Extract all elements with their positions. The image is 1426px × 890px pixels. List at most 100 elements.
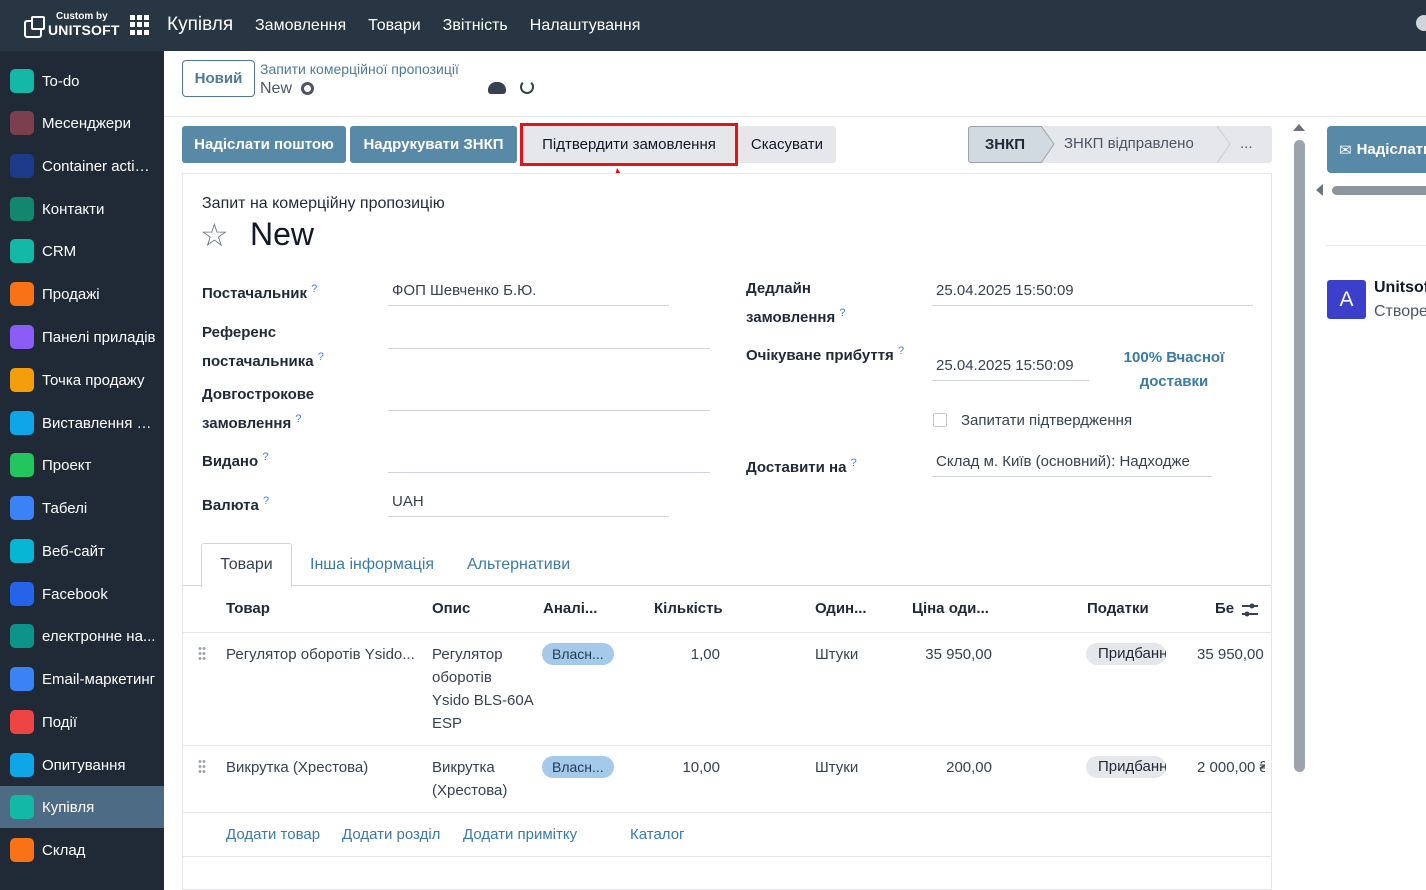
app-title[interactable]: Купівля: [167, 14, 233, 36]
breadcrumb-link[interactable]: Запити комерційної пропозиції: [260, 61, 459, 77]
drag-handle-icon[interactable]: [198, 759, 206, 773]
menu-orders[interactable]: Замовлення: [255, 17, 346, 35]
vendor-field[interactable]: ФОП Шевченко Б.Ю.: [388, 280, 669, 306]
sidebar-item[interactable]: Email-маркетинг: [0, 658, 164, 700]
row2-analytic-tag[interactable]: Власн...: [542, 756, 614, 778]
row2-price[interactable]: 200,00: [883, 756, 992, 779]
vendor-ref-field[interactable]: [388, 323, 710, 349]
ask-confirmation-checkbox[interactable]: [933, 413, 947, 427]
drag-handle-icon[interactable]: [198, 646, 206, 660]
status-rfq[interactable]: ЗНКП: [968, 126, 1042, 163]
chatter-collapse-icon[interactable]: [1316, 184, 1323, 196]
sidebar-item[interactable]: Продажі: [0, 273, 164, 315]
currency-field[interactable]: UAH: [388, 491, 669, 517]
avatar[interactable]: A: [1327, 280, 1366, 319]
debug-icon[interactable]: [1416, 15, 1426, 31]
row1-quantity[interactable]: 1,00: [653, 643, 720, 666]
sidebar-item[interactable]: електронне на...: [0, 615, 164, 657]
scroll-up-icon[interactable]: [1293, 124, 1305, 131]
todo-icon: [10, 69, 34, 93]
on-time-delivery-link[interactable]: 100% Вчасної доставки: [1108, 346, 1240, 394]
add-product-link[interactable]: Додати товар: [226, 826, 320, 843]
events-icon: [10, 710, 34, 734]
col-product[interactable]: Товар: [226, 600, 270, 617]
sidebar-item[interactable]: CRM: [0, 230, 164, 272]
sidebar-item-label: Container actions: [42, 157, 156, 175]
row1-analytic-tag[interactable]: Власн...: [542, 643, 614, 665]
add-note-link[interactable]: Додати примітку: [463, 826, 577, 843]
top-menu: Замовлення Товари Звітність Налаштування: [255, 17, 640, 35]
cancel-button[interactable]: Скасувати: [738, 126, 836, 163]
ask-confirmation-label: Запитати підтвердження: [961, 412, 1133, 429]
add-section-link[interactable]: Додати розділ: [342, 826, 440, 843]
scrollbar-thumb[interactable]: [1294, 140, 1305, 772]
row2-quantity[interactable]: 10,00: [653, 756, 720, 779]
row2-tax-tag[interactable]: Придбання: [1086, 756, 1166, 778]
tab-products[interactable]: Товари: [201, 543, 292, 587]
sidebar-item[interactable]: Опитування: [0, 744, 164, 786]
save-cloud-icon[interactable]: [488, 82, 506, 94]
col-uom[interactable]: Один...: [815, 600, 867, 617]
sidebar-item[interactable]: Контакти: [0, 188, 164, 230]
sidebar-item-label: CRM: [42, 242, 77, 260]
tab-other-info[interactable]: Інша інформація: [310, 543, 434, 586]
chatter-author[interactable]: Unitsoft: [1374, 279, 1426, 297]
project-icon: [10, 453, 34, 477]
menu-reporting[interactable]: Звітність: [443, 17, 508, 35]
sidebar-item[interactable]: Точка продажу: [0, 359, 164, 401]
expected-arrival-field[interactable]: 25.04.2025 15:50:09: [932, 355, 1089, 381]
new-button[interactable]: Новий: [182, 60, 255, 97]
row2-uom[interactable]: Штуки: [815, 756, 858, 779]
expected-arrival-label: Очікуване прибуття ?: [746, 345, 905, 364]
col-taxes[interactable]: Податки: [1087, 600, 1149, 617]
gear-icon[interactable]: [301, 82, 314, 95]
sidebar-item[interactable]: Табелі: [0, 487, 164, 529]
print-rfq-button[interactable]: Надрукувати ЗНКП: [350, 126, 517, 163]
sidebar-item[interactable]: Container actions: [0, 145, 164, 187]
sidebar-item-label: Опитування: [42, 756, 126, 774]
sidebar-item[interactable]: Месенджери: [0, 102, 164, 144]
order-deadline-field[interactable]: 25.04.2025 15:50:09: [932, 280, 1253, 306]
col-quantity[interactable]: Кількість: [654, 600, 723, 617]
row1-description[interactable]: Регулятор оборотів Ysido BLS-60A ESP: [432, 643, 542, 735]
col-description[interactable]: Опис: [432, 600, 470, 617]
status-rfq-sent[interactable]: ЗНКП відправлено: [1064, 135, 1194, 152]
col-unit-price[interactable]: Ціна оди...: [912, 600, 989, 617]
sidebar-item[interactable]: Панелі приладів: [0, 316, 164, 358]
menu-products[interactable]: Товари: [368, 17, 420, 35]
sidebar-item[interactable]: Виставлення ра...: [0, 402, 164, 444]
optional-columns-icon[interactable]: [1241, 602, 1259, 618]
sidebar-item[interactable]: Події: [0, 701, 164, 743]
chatter-send-message-button[interactable]: ✉ Надіслати: [1327, 126, 1426, 173]
menu-settings[interactable]: Налаштування: [530, 17, 641, 35]
unitsoft-logo[interactable]: Custom by UNITSOFT: [22, 10, 119, 40]
status-more[interactable]: ...: [1240, 135, 1253, 152]
col-subtotal[interactable]: Бе: [1215, 600, 1234, 617]
blanket-order-label: Довгострокове замовлення ?: [202, 386, 315, 432]
sidebar-item[interactable]: Купівля: [0, 786, 164, 828]
sidebar-item[interactable]: To-do: [0, 60, 164, 102]
app-grid-icon[interactable]: [130, 15, 150, 35]
sidebar-item[interactable]: Склад: [0, 829, 164, 871]
discard-icon[interactable]: [520, 80, 534, 94]
sidebar-item[interactable]: Проект: [0, 444, 164, 486]
chatter-message: Створено: [1374, 303, 1426, 320]
row1-uom[interactable]: Штуки: [815, 643, 858, 666]
sidebar-item[interactable]: Веб-сайт: [0, 530, 164, 572]
blanket-order-field[interactable]: [388, 385, 710, 411]
sidebar-item-label: Проект: [42, 456, 92, 474]
row2-product[interactable]: Викрутка (Хрестова): [226, 756, 426, 779]
chatter-scrollbar[interactable]: [1332, 186, 1426, 195]
catalog-link[interactable]: Каталог: [630, 826, 685, 843]
deliver-to-field[interactable]: Склад м. Київ (основний): Надходже: [932, 451, 1212, 477]
issued-by-field[interactable]: [388, 447, 710, 473]
row1-tax-tag[interactable]: Придбання: [1086, 643, 1166, 665]
row1-price[interactable]: 35 950,00: [883, 643, 992, 666]
star-icon[interactable]: ☆: [200, 216, 229, 254]
send-email-button[interactable]: Надіслати поштою: [182, 126, 346, 163]
row1-product[interactable]: Регулятор оборотів Ysido...: [226, 643, 426, 666]
col-analytic[interactable]: Аналі...: [543, 600, 597, 617]
tab-alternatives[interactable]: Альтернативи: [467, 543, 570, 586]
sidebar-item[interactable]: Facebook: [0, 573, 164, 615]
row2-description[interactable]: Викрутка (Хрестова): [432, 756, 542, 802]
